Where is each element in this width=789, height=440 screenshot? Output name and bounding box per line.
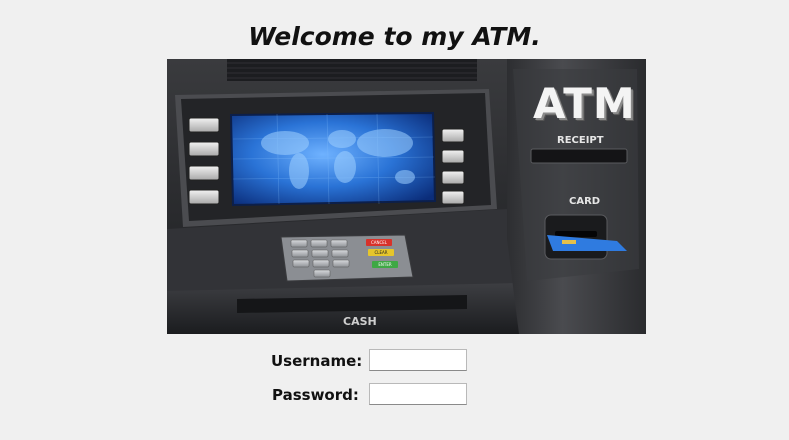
cash-label: CASH [343, 315, 377, 328]
password-row: Password: [0, 383, 789, 407]
keypad-cancel-key: CANCEL [370, 240, 388, 245]
atm-illustration: ATM RECEIPT CARD CASH CANCEL CLEAR ENTER [167, 59, 646, 334]
keypad-enter-key: ENTER [378, 262, 392, 267]
username-input[interactable] [369, 349, 467, 371]
username-label: Username: [271, 352, 363, 370]
username-row: Username: [0, 349, 789, 373]
card-label: CARD [569, 196, 601, 207]
page-title: Welcome to my ATM. [248, 22, 541, 51]
receipt-label: RECEIPT [557, 135, 604, 146]
password-label: Password: [272, 386, 359, 404]
atm-brand-logo: ATM [533, 79, 636, 128]
keypad-clear-key: CLEAR [374, 250, 388, 255]
password-input[interactable] [369, 383, 467, 405]
